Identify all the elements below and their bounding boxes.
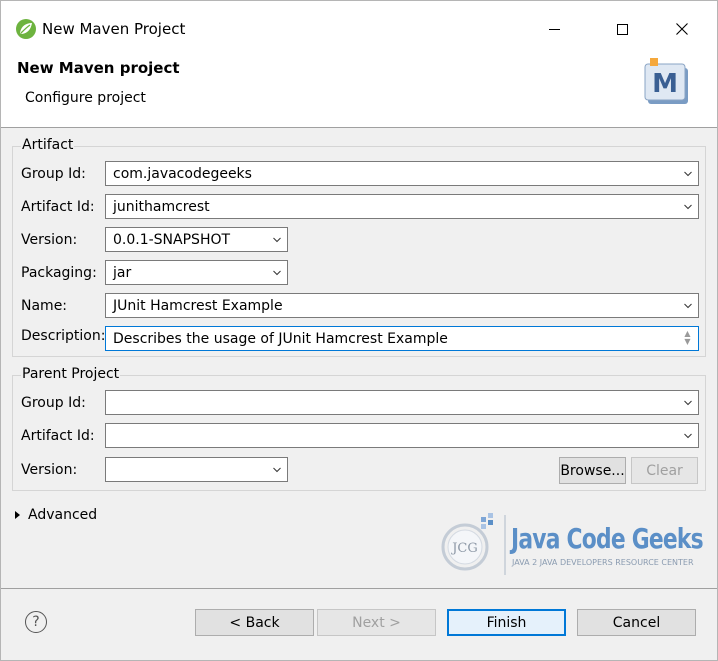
parent-version-label: Version: [21, 462, 78, 478]
chevron-down-icon [684, 303, 692, 309]
minimize-button[interactable] [531, 13, 577, 45]
description-value: Describes the usage of JUnit Hamcrest Ex… [113, 330, 448, 347]
parent-group-id-label: Group Id: [21, 395, 86, 411]
group-id-label: Group Id: [21, 166, 86, 182]
maximize-button[interactable] [599, 13, 645, 45]
version-value: 0.0.1-SNAPSHOT [113, 231, 231, 248]
jcg-watermark: JCG Java Code Geeks JAVA 2 JAVA DEVELOPE… [437, 509, 704, 581]
maven-logo-icon: M [644, 58, 688, 104]
title-bar: New Maven Project [1, 1, 717, 53]
jcg-tagline: JAVA 2 JAVA DEVELOPERS RESOURCE CENTER [512, 558, 694, 567]
dialog-window: New Maven Project New Maven project Conf… [0, 0, 718, 661]
close-button[interactable] [659, 13, 705, 45]
chevron-down-icon [273, 237, 281, 243]
description-label: Description: [21, 328, 106, 344]
minimize-icon [548, 28, 560, 30]
browse-button[interactable]: Browse... [559, 457, 626, 484]
jcg-brand-text: Java Code Geeks [511, 522, 704, 555]
scroll-arrows-icon[interactable]: ▲ ▼ [683, 330, 692, 346]
artifact-id-value: junithamcrest [113, 198, 210, 215]
version-label: Version: [21, 232, 78, 248]
advanced-label: Advanced [28, 507, 98, 523]
wizard-header: New Maven project Configure project M [1, 53, 717, 128]
next-button[interactable]: Next > [317, 609, 436, 636]
wizard-title: New Maven project [17, 59, 180, 77]
wizard-subtitle: Configure project [25, 90, 146, 106]
description-field[interactable]: Describes the usage of JUnit Hamcrest Ex… [105, 326, 699, 351]
artifact-group-label: Artifact [21, 137, 75, 153]
parent-group-id-combo[interactable] [105, 390, 699, 415]
chevron-down-icon [273, 270, 281, 276]
name-value: JUnit Hamcrest Example [113, 297, 283, 314]
window-title: New Maven Project [42, 20, 186, 38]
packaging-label: Packaging: [21, 265, 97, 281]
parent-artifact-id-combo[interactable] [105, 423, 699, 448]
cancel-button[interactable]: Cancel [577, 609, 696, 636]
expand-triangle-icon [15, 511, 20, 519]
chevron-down-icon [684, 204, 692, 210]
spring-leaf-icon [16, 19, 36, 39]
parent-artifact-id-label: Artifact Id: [21, 428, 95, 444]
packaging-combo[interactable]: jar [105, 260, 288, 285]
chevron-down-icon [273, 467, 281, 473]
version-combo[interactable]: 0.0.1-SNAPSHOT [105, 227, 288, 252]
artifact-id-combo[interactable]: junithamcrest [105, 194, 699, 219]
maven-logo-letter: M [652, 69, 678, 99]
parent-group-label: Parent Project [21, 366, 121, 382]
finish-button[interactable]: Finish [447, 609, 566, 636]
group-id-combo[interactable]: com.javacodegeeks [105, 161, 699, 186]
jcg-badge-text: JCG [450, 541, 478, 556]
maximize-icon [616, 23, 628, 35]
packaging-value: jar [113, 264, 132, 281]
jcg-badge-icon: JCG [441, 513, 506, 575]
name-label: Name: [21, 298, 68, 314]
back-button[interactable]: < Back [195, 609, 314, 636]
chevron-down-icon [684, 433, 692, 439]
group-id-value: com.javacodegeeks [113, 165, 252, 182]
chevron-down-icon [684, 171, 692, 177]
artifact-id-label: Artifact Id: [21, 199, 95, 215]
chevron-down-icon [684, 400, 692, 406]
clear-button[interactable]: Clear [631, 457, 698, 484]
close-icon [676, 23, 688, 35]
help-icon[interactable]: ? [25, 611, 47, 633]
footer-separator [1, 588, 717, 589]
parent-version-combo[interactable] [105, 457, 288, 482]
name-combo[interactable]: JUnit Hamcrest Example [105, 293, 699, 318]
advanced-toggle[interactable]: Advanced [15, 507, 97, 523]
